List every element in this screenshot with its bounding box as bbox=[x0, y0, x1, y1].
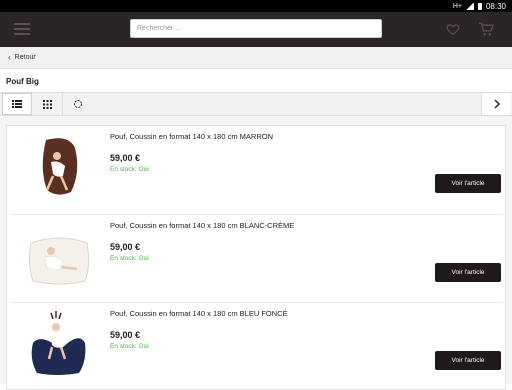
product-name[interactable]: Pouf, Coussin en format 140 x 180 cm MAR… bbox=[110, 132, 273, 141]
product-image bbox=[42, 138, 78, 195]
view-article-button[interactable]: Voir l'article bbox=[435, 174, 501, 193]
clock: 08:30 bbox=[485, 1, 506, 11]
list-item[interactable]: Pouf, Coussin en format 140 x 180 cm BLE… bbox=[11, 302, 503, 390]
stock-status: En stock: Oui bbox=[110, 166, 149, 173]
list-view-button[interactable] bbox=[2, 93, 32, 115]
status-bar: H+ 08:30 bbox=[0, 0, 512, 12]
list-item[interactable]: Pouf, Coussin en format 140 x 180 cm BLA… bbox=[11, 214, 503, 302]
product-list: Pouf, Coussin en format 140 x 180 cm MAR… bbox=[6, 125, 506, 390]
back-link[interactable]: ‹ Retour bbox=[0, 47, 512, 69]
app-header bbox=[0, 12, 512, 47]
search-input[interactable] bbox=[130, 19, 382, 38]
menu-icon[interactable] bbox=[14, 23, 30, 35]
product-name[interactable]: Pouf, Coussin en format 140 x 180 cm BLA… bbox=[110, 221, 294, 230]
filter-icon bbox=[73, 100, 82, 108]
stock-status: En stock: Oui bbox=[110, 343, 149, 350]
network-type: H+ bbox=[452, 2, 462, 10]
chevron-right-icon bbox=[493, 99, 500, 109]
grid-icon bbox=[42, 99, 52, 109]
page-title: Pouf Big bbox=[0, 70, 512, 92]
product-price: 59,00 € bbox=[110, 153, 141, 163]
product-name[interactable]: Pouf, Coussin en format 140 x 180 cm BLE… bbox=[110, 309, 288, 318]
view-toolbar bbox=[0, 92, 512, 116]
view-article-button[interactable]: Voir l'article bbox=[435, 263, 501, 282]
battery-icon bbox=[477, 2, 482, 10]
product-price: 59,00 € bbox=[110, 330, 141, 340]
grid-view-button[interactable] bbox=[32, 93, 62, 115]
next-button[interactable] bbox=[481, 93, 511, 115]
filter-button[interactable] bbox=[62, 93, 92, 115]
product-image bbox=[28, 237, 90, 285]
page-title-text: Pouf Big bbox=[6, 76, 39, 86]
list-item[interactable]: Pouf, Coussin en format 140 x 180 cm MAR… bbox=[11, 126, 503, 214]
cart-icon[interactable] bbox=[478, 22, 494, 36]
view-article-button[interactable]: Voir l'article bbox=[435, 351, 501, 370]
signal-icon bbox=[465, 2, 474, 10]
product-list-area: Pouf, Coussin en format 140 x 180 cm MAR… bbox=[0, 116, 512, 390]
product-image bbox=[31, 311, 86, 375]
list-icon bbox=[12, 100, 22, 108]
back-label: Retour bbox=[14, 54, 36, 61]
stock-status: En stock: Oui bbox=[110, 255, 149, 262]
heart-icon[interactable] bbox=[446, 22, 460, 36]
product-price: 59,00 € bbox=[110, 242, 141, 252]
chevron-left-icon: ‹ bbox=[8, 53, 11, 62]
